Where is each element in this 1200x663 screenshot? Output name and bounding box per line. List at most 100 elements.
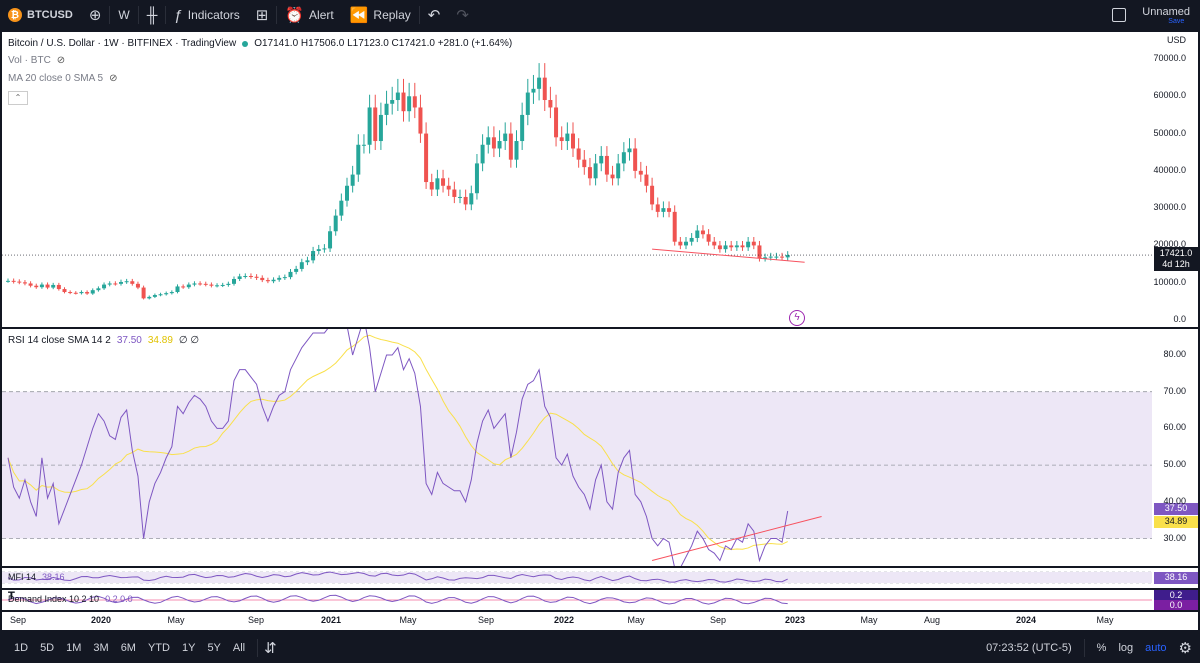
candle-body (135, 283, 140, 288)
candle-body (571, 133, 575, 149)
candle-body (785, 255, 790, 258)
hidden-eye-icon[interactable]: ⊘ (109, 73, 117, 84)
time-axis-label: May (399, 615, 417, 625)
candle-body (655, 204, 660, 212)
candle-body (198, 283, 203, 285)
indicators-button[interactable]: ƒ Indicators (166, 0, 247, 30)
price-pane[interactable]: Bitcoin / U.S. Dollar · 1W · BITFINEX · … (2, 32, 1198, 327)
candle-body (328, 231, 333, 249)
candle-body (11, 280, 16, 282)
demand-index-pane[interactable]: Demand Index 10 2 10 0.2 0.0 0.2 0.0 ꓔ (2, 590, 1198, 610)
candle-body (175, 286, 180, 293)
range-button-ytd[interactable]: YTD (142, 642, 176, 654)
candle-body (22, 282, 27, 284)
candle-body (463, 196, 468, 205)
range-button-1d[interactable]: 1D (8, 642, 34, 654)
candle-body (429, 182, 434, 190)
alert-button[interactable]: ⏰ Alert (277, 0, 341, 30)
interval-button[interactable]: W (110, 0, 137, 30)
time-axis-label: 2022 (553, 615, 575, 625)
rsi-chart[interactable] (2, 329, 1198, 566)
vol-legend[interactable]: Vol · BTC ⊘ (8, 55, 65, 66)
candle-body (164, 293, 169, 295)
candle-body (684, 241, 688, 246)
candle-body (757, 245, 762, 259)
candle-body (373, 107, 378, 142)
range-button-3m[interactable]: 3M (87, 642, 114, 654)
mfi-legend-label: MFI 14 (8, 572, 37, 582)
compare-button[interactable]: ⊕ (81, 0, 110, 30)
log-scale-toggle[interactable]: log (1118, 642, 1133, 654)
undo-button[interactable]: ↶ (420, 0, 449, 30)
date-ranges: 1D 5D 1M 3M 6M YTD 1Y 5Y All (0, 642, 251, 654)
collapse-legend-button[interactable]: ⌃ (8, 91, 28, 105)
layout-name-button[interactable]: Unnamed Save (1134, 6, 1200, 25)
bottom-right-controls: 07:23:52 (UTC-5) % log auto ⚙ (986, 632, 1192, 663)
demand-value: 0.2 0.0 (105, 594, 133, 604)
alert-label: Alert (309, 8, 334, 22)
mfi-chart[interactable] (2, 568, 1198, 588)
calendar-range-icon[interactable]: ⇵ (264, 639, 277, 657)
mfi-tag: 38.16 (1154, 572, 1198, 584)
tradingview-app: ₿ BTCUSD ⊕ W ╫ ƒ Indicators ⊞ ⏰ Alert ⏪ … (0, 0, 1200, 663)
time-axis-label: May (1096, 615, 1114, 625)
candle-body (361, 144, 366, 146)
candle-body (113, 283, 118, 285)
range-button-5d[interactable]: 5D (34, 642, 60, 654)
mfi-legend[interactable]: MFI 14 38.16 (8, 572, 65, 582)
currency-label[interactable]: USD (1167, 35, 1186, 45)
rsi-value: 37.50 (116, 335, 142, 346)
range-button-5y[interactable]: 5Y (201, 642, 226, 654)
last-price: 17421.0 (1159, 248, 1193, 258)
time-axis[interactable]: Sep 2020 May Sep 2021 May Sep 2022 May Sep 2023 May… (2, 612, 1198, 630)
candle-body (542, 77, 547, 101)
price-chart[interactable] (2, 32, 1198, 327)
candle-body (452, 189, 457, 197)
clock[interactable]: 07:23:52 (UTC-5) (986, 642, 1072, 654)
auto-scale-toggle[interactable]: auto (1145, 642, 1166, 654)
range-button-all[interactable]: All (227, 642, 251, 654)
range-button-6m[interactable]: 6M (115, 642, 142, 654)
chart-type-button[interactable]: ╫ (139, 0, 166, 30)
candle-body (350, 174, 355, 186)
redo-button[interactable]: ↷ (448, 0, 477, 30)
candle-body (565, 133, 570, 142)
range-button-1y[interactable]: 1Y (176, 642, 201, 654)
candle-body (378, 114, 383, 142)
templates-button[interactable]: ⊞ (248, 0, 277, 30)
rsi-legend[interactable]: RSI 14 close SMA 14 2 37.50 34.89 ∅ ∅ (8, 335, 199, 346)
hidden-eye-icon[interactable]: ⊘ (57, 55, 65, 66)
ma-legend[interactable]: MA 20 close 0 SMA 5 ⊘ (8, 73, 117, 84)
candle-body (395, 92, 400, 101)
lightning-icon[interactable]: ϟ (789, 310, 805, 326)
candle-body (271, 279, 276, 282)
candle-body (181, 286, 186, 288)
demand-legend[interactable]: Demand Index 10 2 10 0.2 0.0 (8, 594, 133, 604)
mfi-pane[interactable]: MFI 14 38.16 38.16 (2, 568, 1198, 588)
price-axis-tick: 20000.0 (1153, 239, 1186, 250)
rsi-pane[interactable]: RSI 14 close SMA 14 2 37.50 34.89 ∅ ∅ 37… (2, 329, 1198, 566)
candle-body (152, 295, 157, 297)
candle-body (531, 88, 536, 93)
demand-index-chart[interactable] (2, 590, 1198, 610)
candle-body (203, 283, 208, 285)
rsi-extra-values: ∅ ∅ (178, 335, 200, 346)
candle-body (294, 268, 299, 272)
symbol-search[interactable]: ₿ BTCUSD (0, 0, 81, 30)
redo-icon: ↷ (456, 7, 469, 24)
candle-body (254, 276, 259, 278)
time-axis-label: 2024 (1015, 615, 1037, 625)
percent-scale-toggle[interactable]: % (1097, 642, 1107, 654)
candle-body (39, 284, 44, 288)
range-button-1m[interactable]: 1M (60, 642, 87, 654)
candle-body (79, 292, 84, 294)
select-layout-checkbox[interactable] (1112, 8, 1127, 22)
candle-body (90, 290, 95, 294)
divider (257, 638, 259, 657)
candle-body (548, 100, 553, 108)
top-toolbar: ₿ BTCUSD ⊕ W ╫ ƒ Indicators ⊞ ⏰ Alert ⏪ … (0, 0, 1200, 30)
candle-body (384, 103, 389, 115)
settings-gear-icon[interactable]: ⚙ (1179, 639, 1192, 657)
replay-button[interactable]: ⏪ Replay (342, 0, 419, 30)
time-axis-label: 2021 (320, 615, 342, 625)
